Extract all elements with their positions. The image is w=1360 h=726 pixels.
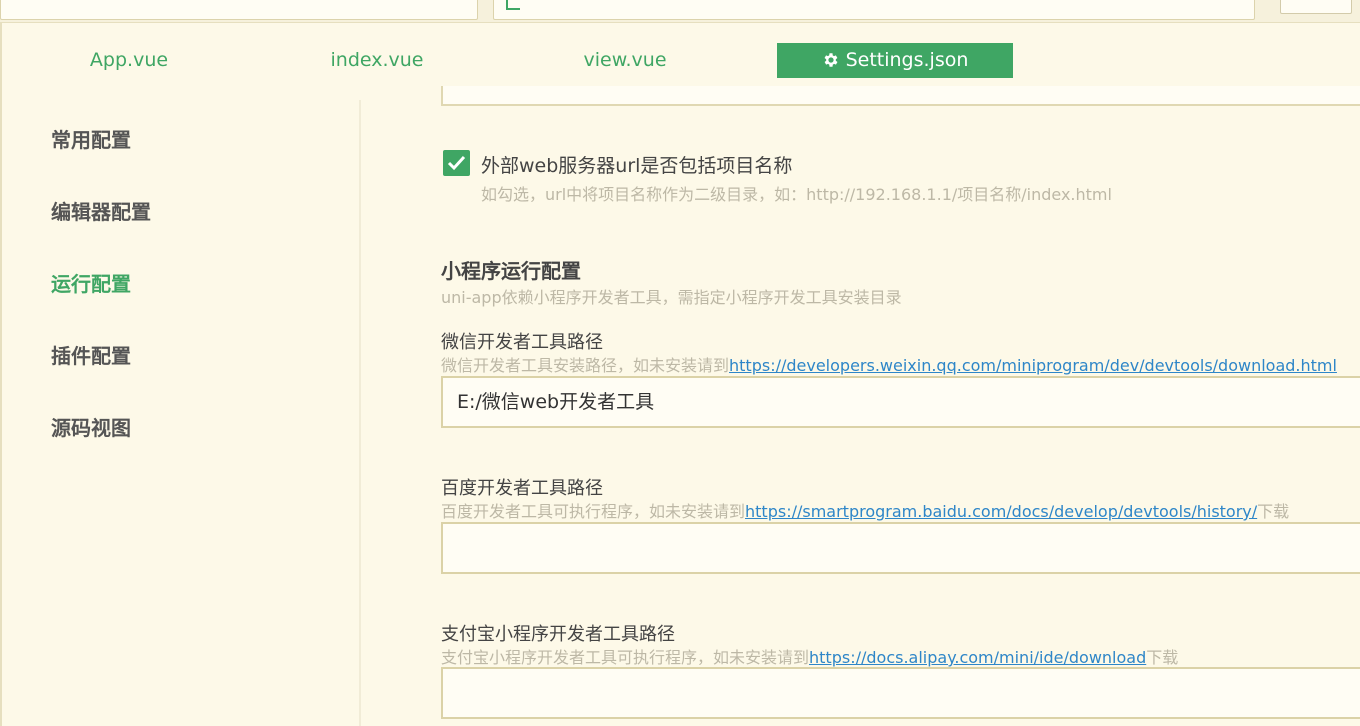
previous-input-field[interactable] (441, 86, 1360, 106)
baidu-hint-text: 百度开发者工具可执行程序，如未安装请到 (441, 502, 746, 521)
top-path-field[interactable] (0, 0, 478, 20)
tab-label: App.vue (89, 49, 169, 71)
miniprogram-section-subtitle: uni-app依赖小程序开发者工具，需指定小程序开发工具安装目录 (441, 288, 902, 307)
alipay-download-link[interactable]: https://docs.alipay.com/mini/ide/downloa… (809, 648, 1146, 667)
baidu-path-input[interactable] (441, 522, 1360, 574)
alipay-hint-text: 支付宝小程序开发者工具可执行程序，如未安装请到 (441, 648, 810, 667)
tab-label: Settings.json (845, 49, 969, 71)
baidu-path-hint: 百度开发者工具可执行程序，如未安装请到https://smartprogram.… (441, 498, 1289, 522)
sidebar-item-general[interactable]: 常用配置 (51, 124, 131, 153)
wechat-path-hint: 微信开发者工具安装路径，如未安装请到https://developers.wei… (441, 352, 1337, 376)
baidu-path-label: 百度开发者工具路径 (441, 478, 603, 499)
baidu-hint-suffix: 下载 (1257, 502, 1290, 521)
include-project-name-checkbox[interactable] (443, 150, 470, 176)
alipay-hint-suffix: 下载 (1146, 648, 1179, 667)
sidebar-item-editor[interactable]: 编辑器配置 (51, 196, 151, 225)
top-button[interactable] (1280, 0, 1352, 14)
gear-icon (824, 53, 838, 67)
include-project-name-hint: 如勾选，url中将项目名称作为二级目录，如：http://192.168.1.1… (481, 185, 1112, 204)
tab-index-vue[interactable]: index.vue (288, 43, 466, 78)
sidebar-item-source-view[interactable]: 源码视图 (51, 412, 131, 441)
alipay-path-label: 支付宝小程序开发者工具路径 (441, 624, 675, 645)
wechat-path-label: 微信开发者工具路径 (441, 332, 603, 353)
tab-label: view.vue (583, 49, 667, 71)
sidebar-divider (359, 100, 361, 726)
tab-app-vue[interactable]: App.vue (40, 43, 218, 78)
checkmark-icon (447, 155, 466, 171)
search-icon (506, 0, 520, 10)
sidebar-item-run[interactable]: 运行配置 (51, 268, 131, 297)
baidu-download-link[interactable]: https://smartprogram.baidu.com/docs/deve… (745, 502, 1257, 521)
wechat-hint-text: 微信开发者工具安装路径，如未安装请到 (441, 356, 730, 375)
sidebar-item-plugins[interactable]: 插件配置 (51, 340, 131, 369)
tab-settings-json[interactable]: Settings.json (777, 43, 1013, 78)
alipay-path-input[interactable] (441, 667, 1360, 719)
alipay-path-hint: 支付宝小程序开发者工具可执行程序，如未安装请到https://docs.alip… (441, 644, 1178, 668)
miniprogram-section-title: 小程序运行配置 (441, 259, 581, 283)
wechat-path-input[interactable]: E:/微信web开发者工具 (441, 376, 1360, 428)
top-search-field[interactable] (493, 0, 1255, 20)
tab-view-vue[interactable]: view.vue (536, 43, 714, 78)
tab-label: index.vue (330, 49, 424, 71)
wechat-download-link[interactable]: https://developers.weixin.qq.com/minipro… (729, 356, 1337, 375)
include-project-name-label[interactable]: 外部web服务器url是否包括项目名称 (481, 151, 792, 178)
